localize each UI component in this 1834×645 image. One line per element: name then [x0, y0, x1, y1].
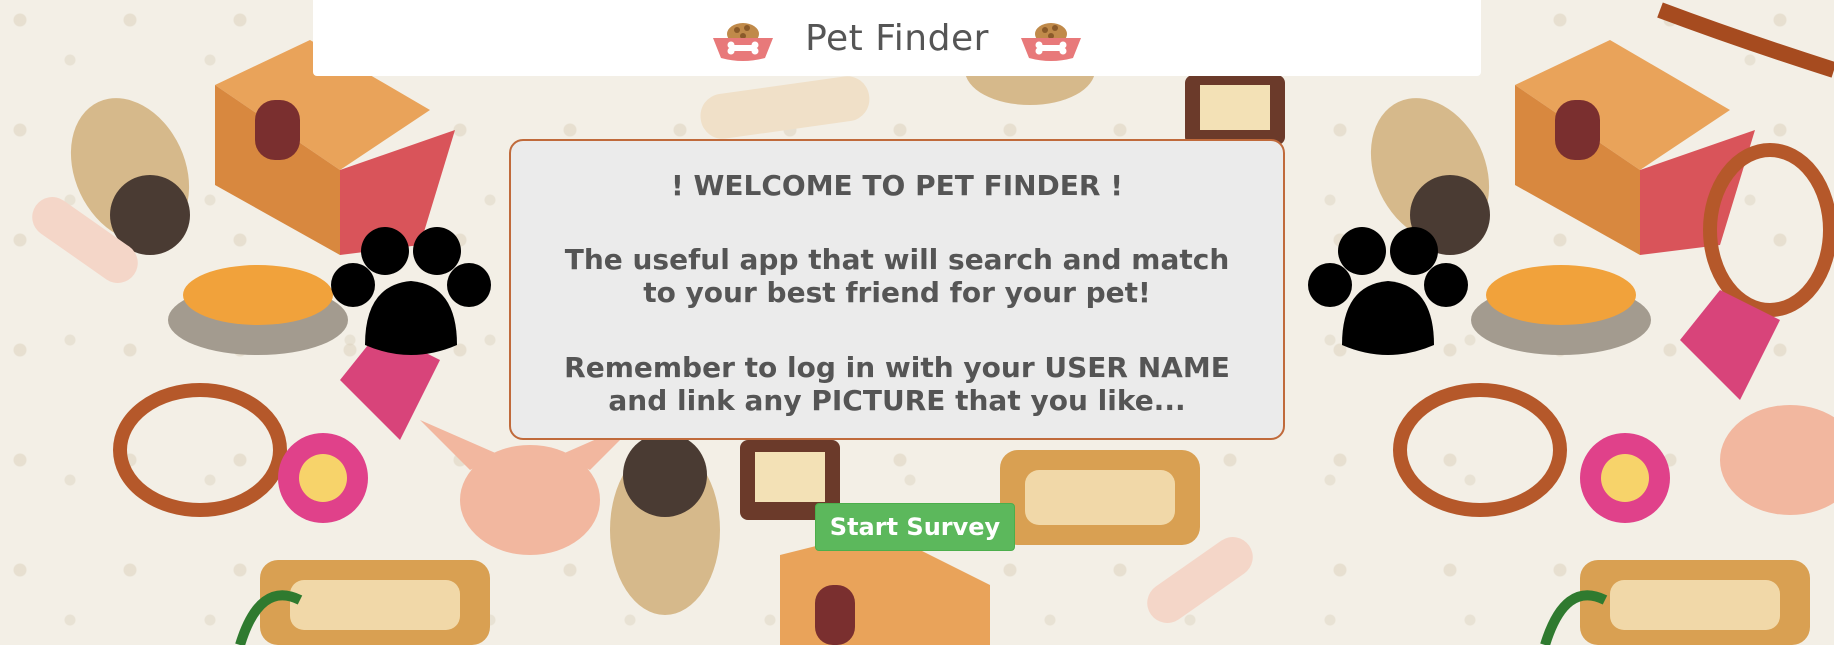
chihuahua-illustration [1720, 405, 1834, 515]
dog-bed-illustration [1000, 450, 1200, 545]
chihuahua-illustration [420, 420, 640, 555]
paw-print-icon [331, 227, 491, 355]
trophy-illustration [1185, 75, 1285, 145]
dog-bed-illustration [1580, 560, 1810, 645]
dog-food-bowl-icon [1020, 23, 1081, 61]
paw-print-icon [1308, 227, 1468, 355]
welcome-heading: ! WELCOME TO PET FINDER ! [670, 169, 1124, 202]
dog-food-bowl-icon [713, 23, 774, 61]
food-bowl-illustration [1471, 265, 1651, 355]
welcome-description: The useful app that will search and matc… [564, 243, 1230, 309]
muzzle-illustration [1393, 383, 1567, 517]
app-title: Pet Finder [805, 17, 989, 59]
login-instructions: Remember to log in with your USER NAME a… [564, 351, 1230, 417]
doghouse-illustration [1515, 40, 1755, 255]
food-bowl-illustration [168, 265, 348, 355]
welcome-card: ! WELCOME TO PET FINDER ! The useful app… [509, 139, 1285, 440]
muzzle-illustration [113, 383, 287, 517]
pug-illustration [610, 433, 720, 615]
muzzle-illustration [1703, 143, 1834, 317]
start-survey-button[interactable]: Start Survey [815, 503, 1015, 551]
leash-illustration [1657, 2, 1834, 78]
top-navbar: Pet Finder [313, 0, 1481, 76]
bone-illustration [700, 76, 870, 139]
